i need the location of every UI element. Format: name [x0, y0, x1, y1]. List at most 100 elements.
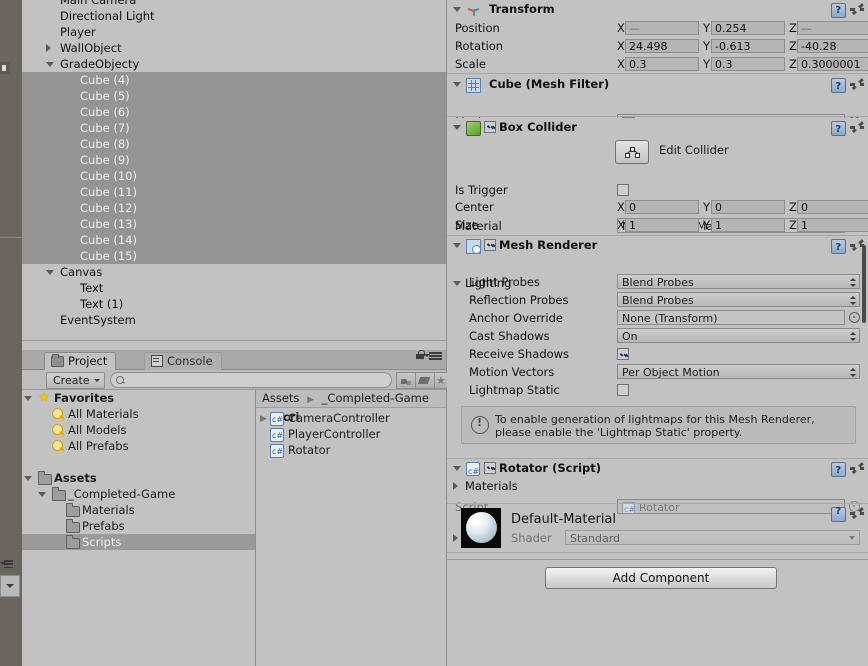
- anchor-override-object-field[interactable]: None (Transform): [617, 310, 845, 325]
- tab-console[interactable]: Console: [144, 352, 222, 370]
- asset-item-rotator[interactable]: Rotator: [256, 442, 446, 460]
- create-button[interactable]: Create: [46, 372, 105, 389]
- foldout-arrow-icon[interactable]: [24, 396, 32, 401]
- hierarchy-item-cube-11[interactable]: Cube (11): [22, 184, 446, 200]
- field-rotation-y[interactable]: -0.613: [711, 39, 785, 53]
- hierarchy-item-cube-15[interactable]: Cube (15): [22, 248, 446, 264]
- hierarchy-item-cube-13[interactable]: Cube (13): [22, 216, 446, 232]
- help-icon[interactable]: [831, 238, 846, 257]
- field-rotation-z[interactable]: -40.28: [797, 39, 868, 53]
- foldout-arrow-icon[interactable]: [453, 125, 461, 130]
- foldout-arrow-icon[interactable]: [46, 62, 54, 67]
- cast-shadows-dropdown[interactable]: On: [617, 328, 860, 343]
- foldout-arrow-icon[interactable]: [453, 534, 458, 542]
- field-scale-x[interactable]: 0.3: [625, 57, 699, 71]
- renderer-row-cast-shadows[interactable]: Cast Shadows On: [447, 327, 868, 345]
- project-tree-item-all-materials[interactable]: All Materials: [22, 406, 255, 422]
- foldout-arrow-icon[interactable]: [453, 466, 461, 471]
- project-panel[interactable]: Project Console Create ★ ★ Favorites All…: [22, 350, 448, 666]
- hierarchy-item-directional-light[interactable]: Directional Light: [22, 8, 446, 24]
- project-tree-item-all-prefabs[interactable]: All Prefabs: [22, 438, 255, 454]
- vector3-row-size[interactable]: Size X 1 Y 1 Z 1: [447, 216, 868, 234]
- component-rotator-script[interactable]: Rotator (Script) Script Rotator: [447, 459, 868, 514]
- field-size-x[interactable]: 1: [625, 218, 699, 232]
- field-position-y[interactable]: 0.254: [711, 21, 785, 35]
- hierarchy-item-player[interactable]: Player: [22, 24, 446, 40]
- field-position-z[interactable]: —: [797, 21, 868, 35]
- project-tab-bar[interactable]: Project Console: [22, 350, 446, 370]
- foldout-arrow-icon[interactable]: [453, 82, 461, 87]
- rotator-header[interactable]: Rotator (Script): [447, 459, 868, 481]
- object-picker-icon[interactable]: [849, 312, 860, 323]
- field-size-y[interactable]: 1: [711, 218, 785, 232]
- lock-icon[interactable]: [416, 350, 425, 359]
- project-tree-item-all-models[interactable]: All Models: [22, 422, 255, 438]
- component-mesh-renderer[interactable]: Mesh Renderer Lighting Light ProbesBlend…: [447, 236, 868, 493]
- help-icon[interactable]: [831, 120, 846, 139]
- renderer-row-anchor-override[interactable]: Anchor Override None (Transform): [447, 309, 868, 327]
- foldout-arrow-icon[interactable]: [453, 7, 461, 12]
- renderer-row-light-probes[interactable]: Light Probes Blend Probes: [447, 273, 868, 291]
- rotator-enabled-checkbox[interactable]: [484, 462, 496, 474]
- search-field[interactable]: [129, 373, 383, 389]
- field-size-z[interactable]: 1: [797, 218, 868, 232]
- hierarchy-item-cube-7[interactable]: Cube (7): [22, 120, 446, 136]
- field-rotation-x[interactable]: 24.498: [625, 39, 699, 53]
- hierarchy-item-cube-10[interactable]: Cube (10): [22, 168, 446, 184]
- mesh-renderer-enabled-checkbox[interactable]: [484, 239, 496, 251]
- hierarchy-item-cube-14[interactable]: Cube (14): [22, 232, 446, 248]
- asset-item-cameracontroller[interactable]: CameraController: [256, 410, 446, 428]
- help-icon[interactable]: [831, 506, 846, 522]
- project-tree-item-scripts[interactable]: Scripts: [22, 534, 255, 550]
- hierarchy-item-cube-5[interactable]: Cube (5): [22, 88, 446, 104]
- panel-menu-icon[interactable]: [0, 560, 14, 569]
- hierarchy-item-main-camera[interactable]: Main Camera: [22, 0, 446, 8]
- panel-menu-icon[interactable]: [424, 352, 442, 360]
- component-box-collider[interactable]: Box Collider Edit Collider Is T: [447, 118, 868, 236]
- hierarchy-item-eventsystem[interactable]: EventSystem: [22, 312, 446, 328]
- foldout-arrow-icon[interactable]: [38, 492, 46, 497]
- breadcrumb-assets[interactable]: Assets: [262, 391, 299, 405]
- hierarchy-item-text[interactable]: Text: [22, 280, 446, 296]
- component-transform[interactable]: Transform PositionX—Y0.254Z—RotationX24.…: [447, 0, 868, 75]
- hierarchy-item-cube-6[interactable]: Cube (6): [22, 104, 446, 120]
- project-toolbar[interactable]: Create ★: [22, 370, 448, 390]
- project-tree-item-prefabs[interactable]: Prefabs: [22, 518, 255, 534]
- foldout-arrow-icon[interactable]: [46, 270, 54, 275]
- project-tree-item-materials[interactable]: Materials: [22, 502, 255, 518]
- hierarchy-item-cube-4[interactable]: Cube (4): [22, 72, 446, 88]
- breadcrumb-completed-game[interactable]: _Completed-Game: [322, 391, 429, 405]
- field-center-z[interactable]: 0: [797, 200, 868, 214]
- hierarchy-item-wallobject[interactable]: WallObject: [22, 40, 446, 56]
- vector3-row-rotation[interactable]: Rotation X 24.498 Y -0.613 Z -40.28: [447, 37, 868, 55]
- project-folder-tree[interactable]: ★ Favorites All Materials All Models All Pre…: [22, 390, 256, 666]
- light-probes-dropdown[interactable]: Blend Probes: [617, 274, 860, 289]
- scene-view-strip[interactable]: [0, 0, 22, 666]
- label-filter-icon[interactable]: [415, 372, 435, 389]
- hierarchy-list[interactable]: Main Camera Directional Light Player WallOb…: [22, 0, 446, 350]
- hierarchy-panel[interactable]: Main Camera Directional Light Player WallOb…: [22, 0, 447, 351]
- motion-vectors-dropdown[interactable]: Per Object Motion: [617, 364, 860, 379]
- renderer-row-motion-vectors[interactable]: Motion Vectors Per Object Motion: [447, 363, 868, 381]
- help-icon[interactable]: [831, 2, 846, 20]
- mesh-filter-header[interactable]: Cube (Mesh Filter): [447, 75, 868, 96]
- hierarchy-item-gradeobjecty[interactable]: GradeObjecty: [22, 56, 446, 72]
- field-center-y[interactable]: 0: [711, 200, 785, 214]
- box-collider-header[interactable]: Box Collider: [447, 118, 868, 139]
- add-component-button[interactable]: Add Component: [545, 567, 777, 589]
- component-material[interactable]: Default-Material Shader Standard: [447, 504, 868, 553]
- hierarchy-item-cube-9[interactable]: Cube (9): [22, 152, 446, 168]
- search-input[interactable]: [110, 372, 392, 389]
- object-filter-icon[interactable]: [396, 372, 416, 389]
- help-icon[interactable]: [831, 461, 846, 480]
- is-trigger-row[interactable]: Is Trigger: [447, 181, 868, 199]
- favorite-filter-icon[interactable]: ★: [434, 372, 448, 389]
- transform-header[interactable]: Transform: [447, 0, 868, 20]
- panel-options-button[interactable]: [0, 575, 20, 597]
- hierarchy-item-cube-12[interactable]: Cube (12): [22, 200, 446, 216]
- inspector-panel[interactable]: Transform PositionX—Y0.254Z—RotationX24.…: [447, 0, 868, 666]
- field-scale-z[interactable]: 0.3000001: [797, 57, 868, 71]
- renderer-row-receive-shadows[interactable]: Receive Shadows: [447, 345, 868, 363]
- hierarchy-item-cube-8[interactable]: Cube (8): [22, 136, 446, 152]
- project-tree-item-completed-game[interactable]: _Completed-Game: [22, 486, 255, 502]
